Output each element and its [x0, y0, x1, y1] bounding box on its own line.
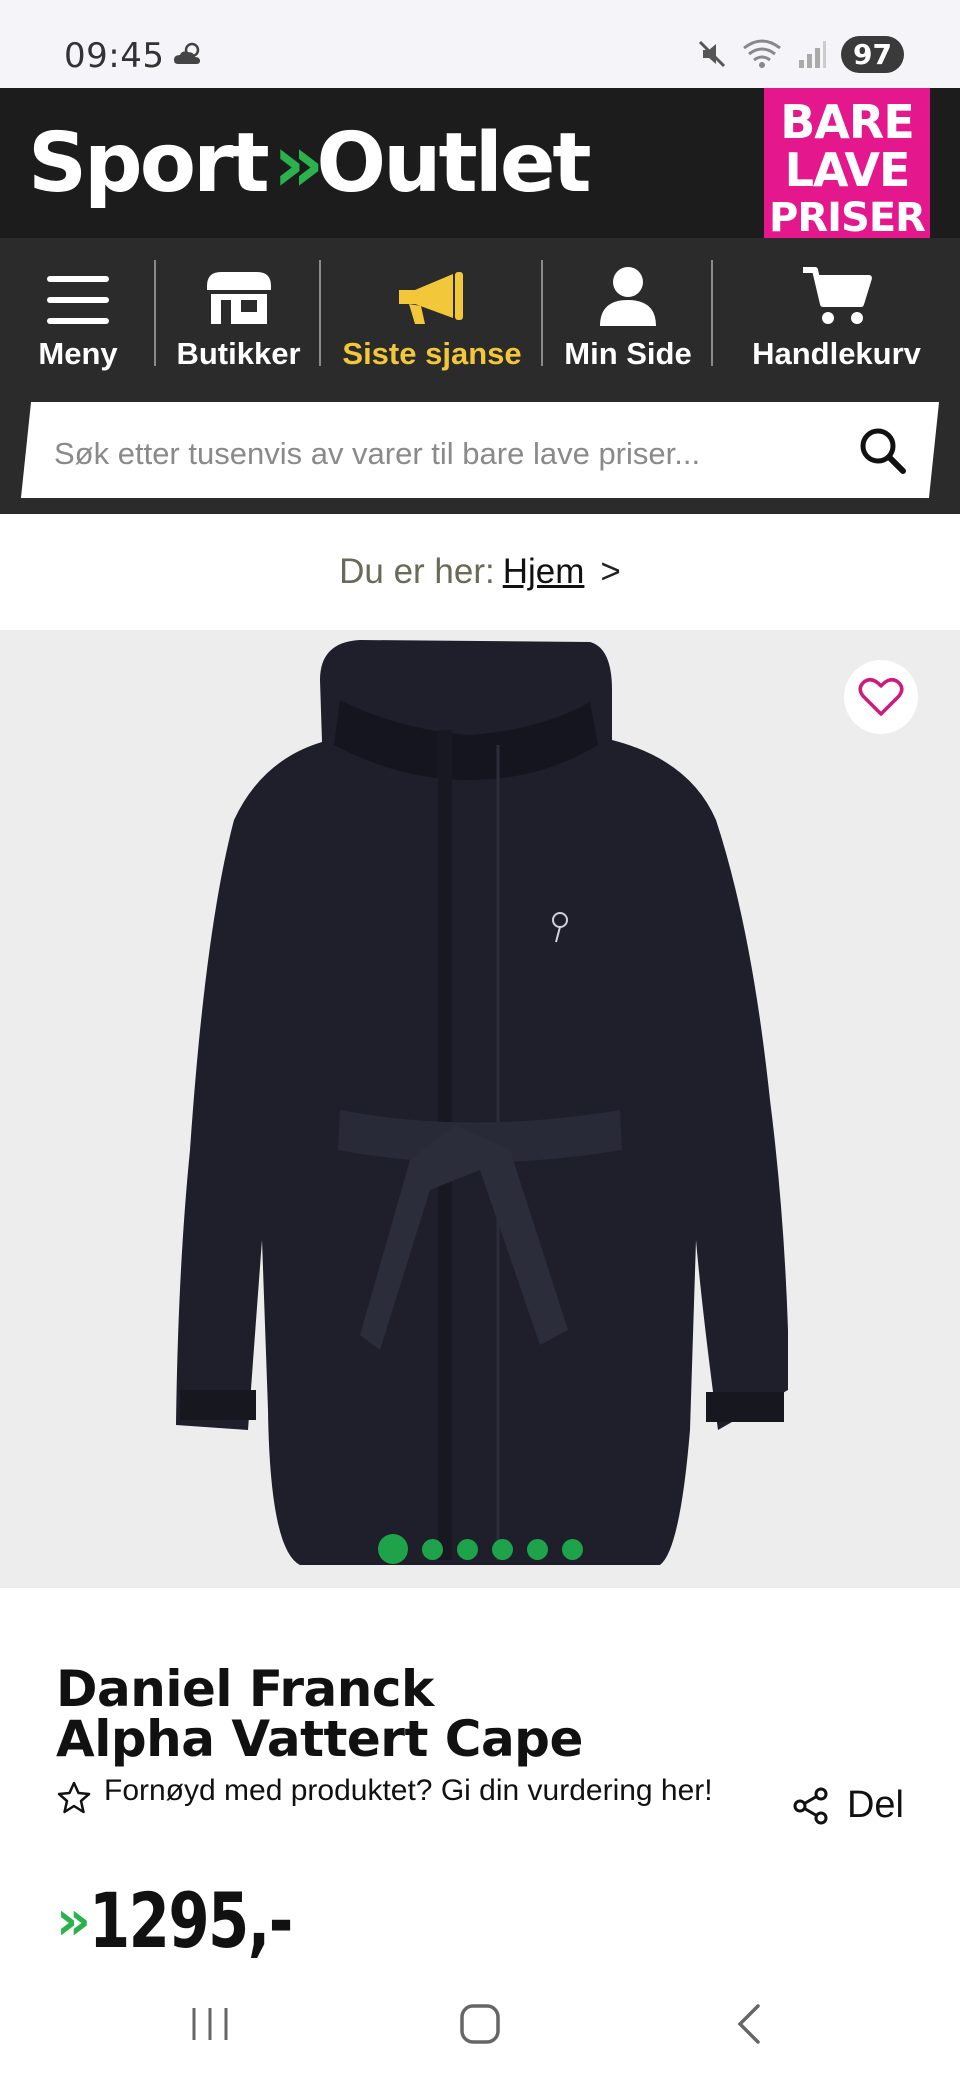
nav-label-last-chance: Siste sjanse	[342, 336, 522, 371]
promo-line-2: LAVE	[784, 143, 911, 197]
rating-text: Fornøyd med produktet? Gi din vurdering …	[104, 1774, 713, 1807]
logo-text-outlet: Outlet	[316, 116, 591, 211]
gallery-dot[interactable]	[377, 1534, 408, 1564]
status-time: 09:45	[64, 36, 165, 76]
share-label: Del	[846, 1784, 904, 1826]
star-icon	[57, 1781, 91, 1814]
home-icon[interactable]	[450, 2000, 510, 2048]
status-icons: 97	[697, 34, 904, 74]
favorite-button[interactable]	[844, 660, 918, 734]
share-button[interactable]: Del	[791, 1784, 904, 1827]
gallery-dot[interactable]	[456, 1538, 478, 1560]
logo-separator: »	[272, 117, 325, 210]
menu-icon	[47, 276, 109, 324]
gallery-pagination	[0, 1534, 960, 1564]
site-header: Sport » Outlet BARE LAVE PRISER	[0, 88, 960, 252]
product-price: » 1295,-	[56, 1876, 349, 1965]
promo-line-3: PRISER	[769, 195, 926, 241]
nav-label-stores: Butikker	[176, 336, 301, 371]
nav-item-menu[interactable]: Meny	[0, 238, 156, 388]
price-value: 1295,-	[88, 1876, 293, 1965]
recent-apps-icon[interactable]	[180, 2000, 240, 2048]
signal-icon	[799, 41, 827, 68]
breadcrumb-prefix: Du er her:	[339, 552, 495, 591]
share-icon	[793, 1787, 828, 1824]
cart-icon	[802, 267, 872, 324]
mute-icon	[698, 40, 726, 68]
weather-icon	[174, 42, 200, 64]
logo-text-sport: Sport	[28, 116, 270, 211]
nav-item-last-chance[interactable]: Siste sjanse	[321, 238, 543, 388]
product-gallery[interactable]	[0, 630, 960, 1588]
nav-item-cart[interactable]: Handlekurv	[713, 238, 960, 388]
product-title: Daniel Franck Alpha Vattert Cape	[56, 1664, 583, 1764]
gallery-dot[interactable]	[421, 1538, 443, 1560]
nav-item-my-page[interactable]: Min Side	[543, 238, 713, 388]
nav-label-cart: Handlekurv	[752, 336, 921, 371]
gallery-dot[interactable]	[526, 1538, 548, 1560]
wifi-icon	[743, 39, 781, 68]
nav-label-my-page: Min Side	[564, 336, 692, 371]
battery-indicator: 97	[841, 35, 904, 73]
gallery-dot[interactable]	[561, 1538, 583, 1560]
breadcrumb: Du er her: Hjem >	[0, 514, 960, 630]
back-icon[interactable]	[720, 2000, 780, 2048]
megaphone-icon	[399, 272, 463, 324]
product-name: Alpha Vattert Cape	[56, 1710, 583, 1768]
logo[interactable]: Sport » Outlet	[28, 116, 592, 211]
nav-label-menu: Meny	[38, 336, 118, 371]
user-icon	[600, 267, 656, 326]
promo-line-1: BARE	[780, 95, 915, 149]
store-icon	[206, 272, 271, 324]
search-bar: Søk etter tusenvis av varer til bare lav…	[0, 388, 960, 514]
main-nav: Meny Butikker Siste sjanse Min Side Hand…	[0, 238, 960, 388]
product-image[interactable]	[0, 630, 960, 1588]
breadcrumb-home-link[interactable]: Hjem	[503, 552, 585, 592]
breadcrumb-chevron: >	[600, 552, 621, 591]
search-input[interactable]: Søk etter tusenvis av varer til bare lav…	[54, 436, 700, 472]
nav-item-stores[interactable]: Butikker	[156, 238, 321, 388]
product-brand: Daniel Franck	[56, 1660, 434, 1718]
system-nav-bar	[0, 1964, 960, 2080]
rating-prompt[interactable]: Fornøyd med produktet? Gi din vurdering …	[56, 1776, 736, 1816]
status-bar: 09:45 97	[0, 0, 960, 88]
heart-icon	[858, 678, 904, 716]
gallery-dot[interactable]	[491, 1538, 513, 1560]
search-icon[interactable]	[856, 424, 908, 476]
price-arrows: »	[56, 1889, 91, 1952]
promo-badge: BARE LAVE PRISER	[764, 88, 930, 252]
